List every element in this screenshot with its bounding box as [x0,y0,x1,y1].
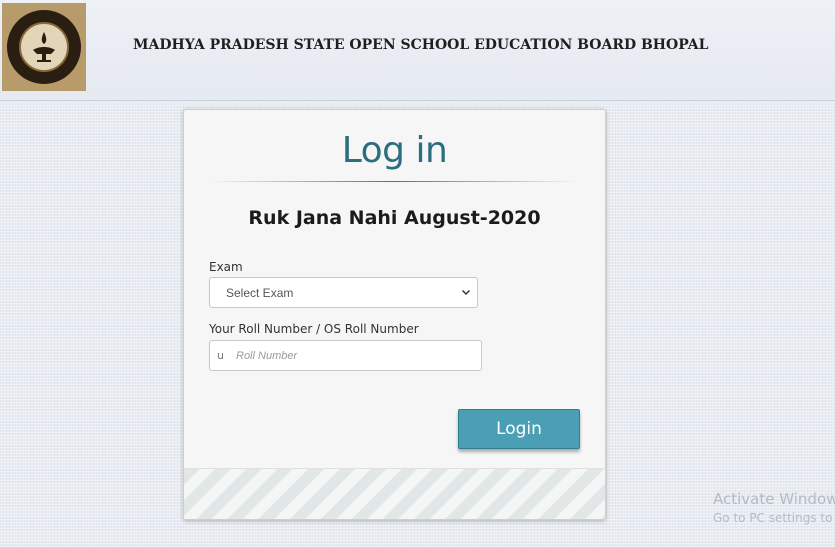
site-header: MADHYA PRADESH STATE OPEN SCHOOL EDUCATI… [0,0,835,101]
emblem-icon [2,3,86,91]
roll-number-input[interactable] [236,345,476,366]
user-icon: u [217,349,224,362]
logo-ring [7,10,81,84]
login-title: Log in [341,130,448,171]
exam-select-value: Select Exam [226,286,294,300]
org-title: MADHYA PRADESH STATE OPEN SCHOOL EDUCATI… [133,37,709,53]
title-divider [209,181,579,182]
login-button[interactable]: Login [458,409,580,449]
exam-label: Exam [209,260,243,274]
roll-number-label: Your Roll Number / OS Roll Number [209,322,419,336]
card-footer-stripes [184,468,605,519]
chevron-down-icon [461,289,471,296]
exam-select[interactable]: Select Exam [209,277,478,308]
login-card: Log in Ruk Jana Nahi August-2020 Exam Se… [183,109,606,520]
roll-number-field: u [209,340,482,371]
activation-watermark-subtitle: Go to PC settings to a [713,511,835,525]
logo-center [19,22,69,72]
activation-watermark-title: Activate Window [713,490,835,508]
exam-session-title: Ruk Jana Nahi August-2020 [248,207,541,229]
lamp-icon [33,32,55,62]
